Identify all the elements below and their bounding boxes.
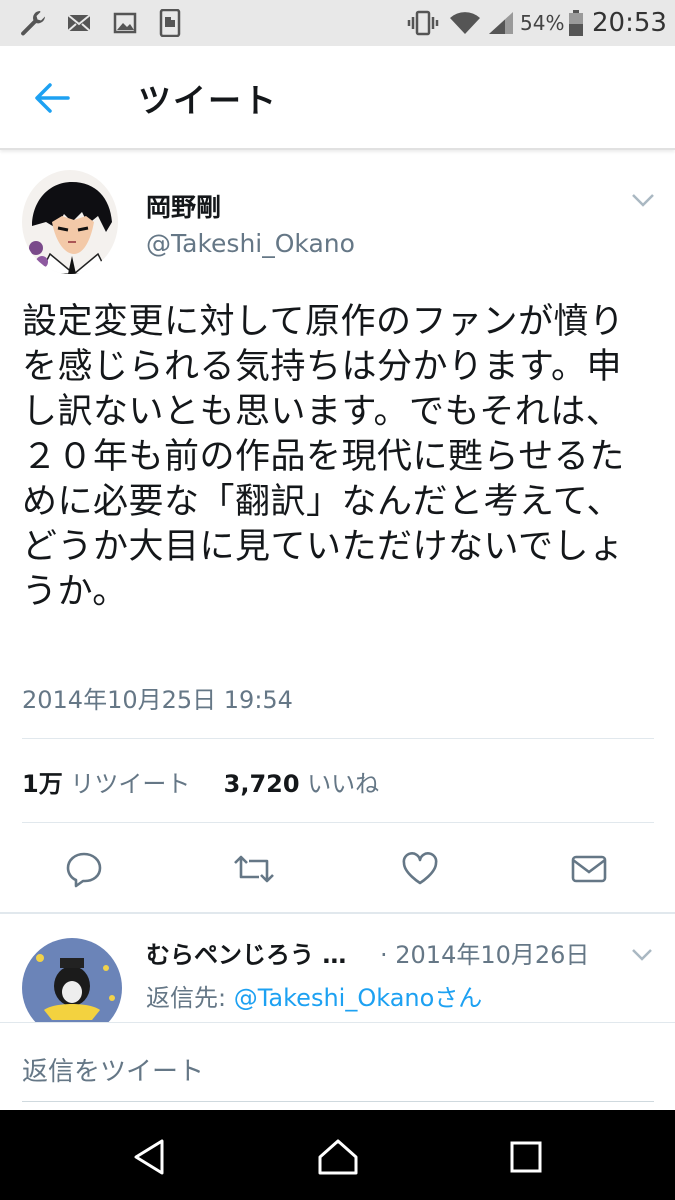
section-separator (0, 912, 675, 914)
like-stat[interactable]: 3,720 いいね (224, 770, 380, 798)
reply-date: · 2014年10月26日 (380, 941, 590, 969)
chevron-down-icon (632, 949, 652, 961)
like-button[interactable] (400, 849, 440, 889)
reply-composer[interactable]: 返信をツイート (0, 1022, 675, 1110)
author-avatar[interactable] (22, 170, 118, 274)
reply-icon (66, 852, 102, 888)
author-name[interactable]: 岡野剛 (146, 188, 221, 224)
signal-icon (486, 8, 516, 38)
page-title: ツイート (138, 81, 278, 120)
nav-recents-button[interactable] (504, 1135, 548, 1179)
app-bar: ツイート (0, 46, 675, 150)
vibrate-icon (406, 8, 440, 38)
composer-underline (22, 1101, 654, 1102)
triangle-back-icon (134, 1139, 164, 1175)
author-handle[interactable]: @Takeshi_Okano (146, 229, 355, 258)
recents-icon (510, 1141, 542, 1173)
divider (22, 738, 654, 739)
reply-menu-button[interactable] (630, 946, 654, 964)
like-count: 3,720 (223, 770, 300, 798)
mail-icon (64, 8, 94, 38)
wrench-icon (16, 8, 50, 38)
home-icon (318, 1139, 358, 1175)
tweet-stats: 1万 リツイート 3,720 いいね (22, 764, 379, 799)
battery-icon (566, 8, 586, 38)
tweet-timestamp: 2014年10月25日 19:54 (22, 686, 293, 714)
navigation-bar (0, 1110, 675, 1200)
reply-to-line: 返信先: @Takeshi_Okanoさん (146, 978, 482, 1013)
message-icon (571, 855, 607, 883)
retweet-icon (234, 855, 274, 883)
clock: 20:53 (592, 8, 667, 38)
retweet-button[interactable] (232, 849, 274, 889)
tweet-text: 設定変更に対して原作のファンが憤りを感じられる気持ちは分かります。申し訳ないとも… (22, 302, 625, 612)
reply-input[interactable]: 返信をツイート (22, 1051, 204, 1088)
nav-back-button[interactable] (128, 1135, 172, 1179)
reply-author-name[interactable]: むらペンじろう … (146, 935, 346, 970)
reply-to-label: 返信先: (146, 984, 227, 1012)
arrow-left-icon (35, 83, 70, 113)
image-icon (110, 8, 140, 38)
back-button[interactable] (30, 78, 74, 118)
battery-percent: 54% (520, 11, 565, 35)
reply-to-link[interactable]: @Takeshi_Okanoさん (234, 984, 483, 1012)
status-bar: 54% 20:53 (0, 0, 675, 46)
retweet-count: 1万 (22, 770, 63, 798)
like-icon (402, 852, 438, 885)
chevron-down-icon (632, 194, 654, 207)
tweet-menu-button[interactable] (630, 190, 656, 210)
direct-message-button[interactable] (569, 849, 609, 889)
retweet-stat-label: リツイート (70, 770, 191, 798)
nav-home-button[interactable] (316, 1135, 360, 1179)
wifi-icon (448, 8, 482, 38)
phone-icon (156, 8, 184, 38)
like-stat-label: いいね (307, 770, 380, 798)
divider (22, 822, 654, 823)
reply-button[interactable] (64, 849, 104, 889)
retweet-stat[interactable]: 1万 リツイート (22, 770, 190, 798)
